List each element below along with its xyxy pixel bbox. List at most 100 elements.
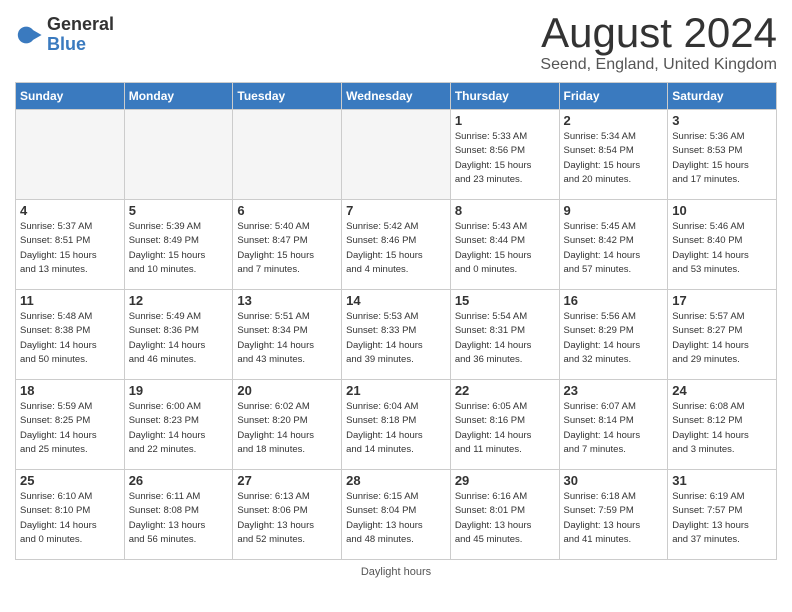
calendar-cell xyxy=(342,110,451,200)
day-number: 25 xyxy=(20,473,120,488)
day-info: Sunrise: 5:54 AMSunset: 8:31 PMDaylight:… xyxy=(455,310,555,367)
day-number: 6 xyxy=(237,203,337,218)
day-info: Sunrise: 6:18 AMSunset: 7:59 PMDaylight:… xyxy=(564,490,664,547)
day-info: Sunrise: 6:04 AMSunset: 8:18 PMDaylight:… xyxy=(346,400,446,457)
logo-icon xyxy=(15,21,43,49)
day-info: Sunrise: 6:11 AMSunset: 8:08 PMDaylight:… xyxy=(129,490,229,547)
calendar-cell: 18Sunrise: 5:59 AMSunset: 8:25 PMDayligh… xyxy=(16,380,125,470)
calendar-week-row: 1Sunrise: 5:33 AMSunset: 8:56 PMDaylight… xyxy=(16,110,777,200)
day-number: 20 xyxy=(237,383,337,398)
day-info: Sunrise: 6:19 AMSunset: 7:57 PMDaylight:… xyxy=(672,490,772,547)
logo-general-text: General xyxy=(47,15,114,35)
day-of-week-header: Saturday xyxy=(668,83,777,110)
day-of-week-header: Monday xyxy=(124,83,233,110)
calendar-cell xyxy=(233,110,342,200)
day-info: Sunrise: 5:51 AMSunset: 8:34 PMDaylight:… xyxy=(237,310,337,367)
day-number: 17 xyxy=(672,293,772,308)
calendar-cell: 16 Sunrise: 5:56 AMSunset: 8:29 PMDayligh… xyxy=(559,290,668,380)
calendar-cell: 7 Sunrise: 5:42 AMSunset: 8:46 PMDaylight… xyxy=(342,200,451,290)
calendar-cell: 2 Sunrise: 5:34 AMSunset: 8:54 PMDaylight… xyxy=(559,110,668,200)
day-info: Sunrise: 6:08 AMSunset: 8:12 PMDaylight:… xyxy=(672,400,772,457)
calendar-cell: 10Sunrise: 5:46 AMSunset: 8:40 PMDayligh… xyxy=(668,200,777,290)
day-info: Sunrise: 6:07 AMSunset: 8:14 PMDaylight:… xyxy=(564,400,664,457)
day-info: Sunrise: 5:43 AMSunset: 8:44 PMDaylight:… xyxy=(455,220,555,277)
day-info: Sunrise: 5:48 AMSunset: 8:38 PMDaylight:… xyxy=(20,310,120,367)
day-number: 24 xyxy=(672,383,772,398)
calendar-cell xyxy=(124,110,233,200)
day-number: 28 xyxy=(346,473,446,488)
day-number: 14 xyxy=(346,293,446,308)
calendar-cell: 15 Sunrise: 5:54 AMSunset: 8:31 PMDayligh… xyxy=(450,290,559,380)
day-number: 2 xyxy=(564,113,664,128)
day-info: Sunrise: 6:13 AMSunset: 8:06 PMDaylight:… xyxy=(237,490,337,547)
day-number: 13 xyxy=(237,293,337,308)
calendar-cell: 9 Sunrise: 5:45 AMSunset: 8:42 PMDaylight… xyxy=(559,200,668,290)
calendar-week-row: 18Sunrise: 5:59 AMSunset: 8:25 PMDayligh… xyxy=(16,380,777,470)
calendar-cell: 13 Sunrise: 5:51 AMSunset: 8:34 PMDayligh… xyxy=(233,290,342,380)
calendar-cell: 24 Sunrise: 6:08 AMSunset: 8:12 PMDayligh… xyxy=(668,380,777,470)
day-number: 22 xyxy=(455,383,555,398)
day-number: 3 xyxy=(672,113,772,128)
calendar-cell: 30 Sunrise: 6:18 AMSunset: 7:59 PMDayligh… xyxy=(559,470,668,560)
days-of-week-row: SundayMondayTuesdayWednesdayThursdayFrid… xyxy=(16,83,777,110)
calendar-cell: 17 Sunrise: 5:57 AMSunset: 8:27 PMDayligh… xyxy=(668,290,777,380)
calendar-body: 1Sunrise: 5:33 AMSunset: 8:56 PMDaylight… xyxy=(16,110,777,560)
calendar-cell: 5 Sunrise: 5:39 AMSunset: 8:49 PMDaylight… xyxy=(124,200,233,290)
logo-text: General Blue xyxy=(47,15,114,55)
day-number: 16 xyxy=(564,293,664,308)
day-info: Sunrise: 5:49 AMSunset: 8:36 PMDaylight:… xyxy=(129,310,229,367)
day-number: 15 xyxy=(455,293,555,308)
day-number: 21 xyxy=(346,383,446,398)
day-info: Sunrise: 5:37 AMSunset: 8:51 PMDaylight:… xyxy=(20,220,120,277)
day-number: 27 xyxy=(237,473,337,488)
day-number: 9 xyxy=(564,203,664,218)
month-title: August 2024 xyxy=(540,10,777,56)
calendar-week-row: 4 Sunrise: 5:37 AMSunset: 8:51 PMDaylight… xyxy=(16,200,777,290)
logo: General Blue xyxy=(15,15,114,55)
day-number: 11 xyxy=(20,293,120,308)
calendar-cell: 31 Sunrise: 6:19 AMSunset: 7:57 PMDayligh… xyxy=(668,470,777,560)
day-of-week-header: Sunday xyxy=(16,83,125,110)
calendar-cell: 11 Sunrise: 5:48 AMSunset: 8:38 PMDayligh… xyxy=(16,290,125,380)
day-info: Sunrise: 5:59 AMSunset: 8:25 PMDaylight:… xyxy=(20,400,120,457)
calendar-cell: 6 Sunrise: 5:40 AMSunset: 8:47 PMDaylight… xyxy=(233,200,342,290)
calendar-table: SundayMondayTuesdayWednesdayThursdayFrid… xyxy=(15,82,777,560)
day-info: Sunrise: 6:15 AMSunset: 8:04 PMDaylight:… xyxy=(346,490,446,547)
day-info: Sunrise: 6:00 AMSunset: 8:23 PMDaylight:… xyxy=(129,400,229,457)
calendar-cell: 19 Sunrise: 6:00 AMSunset: 8:23 PMDayligh… xyxy=(124,380,233,470)
day-info: Sunrise: 5:36 AMSunset: 8:53 PMDaylight:… xyxy=(672,130,772,187)
day-info: Sunrise: 6:10 AMSunset: 8:10 PMDaylight:… xyxy=(20,490,120,547)
calendar-cell: 22Sunrise: 6:05 AMSunset: 8:16 PMDayligh… xyxy=(450,380,559,470)
day-info: Sunrise: 5:56 AMSunset: 8:29 PMDaylight:… xyxy=(564,310,664,367)
day-number: 19 xyxy=(129,383,229,398)
logo-blue-text: Blue xyxy=(47,35,114,55)
daylight-hours-label: Daylight hours xyxy=(361,566,431,578)
calendar-cell: 12 Sunrise: 5:49 AMSunset: 8:36 PMDayligh… xyxy=(124,290,233,380)
day-info: Sunrise: 6:16 AMSunset: 8:01 PMDaylight:… xyxy=(455,490,555,547)
day-number: 12 xyxy=(129,293,229,308)
day-info: Sunrise: 5:42 AMSunset: 8:46 PMDaylight:… xyxy=(346,220,446,277)
title-area: August 2024 Seend, England, United Kingd… xyxy=(540,10,777,74)
day-of-week-header: Friday xyxy=(559,83,668,110)
calendar-week-row: 25 Sunrise: 6:10 AMSunset: 8:10 PMDayligh… xyxy=(16,470,777,560)
day-number: 31 xyxy=(672,473,772,488)
day-number: 4 xyxy=(20,203,120,218)
calendar-cell: 27 Sunrise: 6:13 AMSunset: 8:06 PMDayligh… xyxy=(233,470,342,560)
day-of-week-header: Wednesday xyxy=(342,83,451,110)
day-number: 8 xyxy=(455,203,555,218)
day-info: Sunrise: 5:45 AMSunset: 8:42 PMDaylight:… xyxy=(564,220,664,277)
day-number: 30 xyxy=(564,473,664,488)
calendar-cell: 29Sunrise: 6:16 AMSunset: 8:01 PMDayligh… xyxy=(450,470,559,560)
day-info: Sunrise: 5:57 AMSunset: 8:27 PMDaylight:… xyxy=(672,310,772,367)
calendar-header: SundayMondayTuesdayWednesdayThursdayFrid… xyxy=(16,83,777,110)
header: General Blue August 2024 Seend, England,… xyxy=(15,10,777,74)
calendar-cell: 20 Sunrise: 6:02 AMSunset: 8:20 PMDayligh… xyxy=(233,380,342,470)
day-of-week-header: Tuesday xyxy=(233,83,342,110)
day-info: Sunrise: 5:39 AMSunset: 8:49 PMDaylight:… xyxy=(129,220,229,277)
day-info: Sunrise: 5:34 AMSunset: 8:54 PMDaylight:… xyxy=(564,130,664,187)
day-info: Sunrise: 6:02 AMSunset: 8:20 PMDaylight:… xyxy=(237,400,337,457)
day-info: Sunrise: 5:40 AMSunset: 8:47 PMDaylight:… xyxy=(237,220,337,277)
day-number: 7 xyxy=(346,203,446,218)
day-number: 5 xyxy=(129,203,229,218)
day-info: Sunrise: 5:53 AMSunset: 8:33 PMDaylight:… xyxy=(346,310,446,367)
